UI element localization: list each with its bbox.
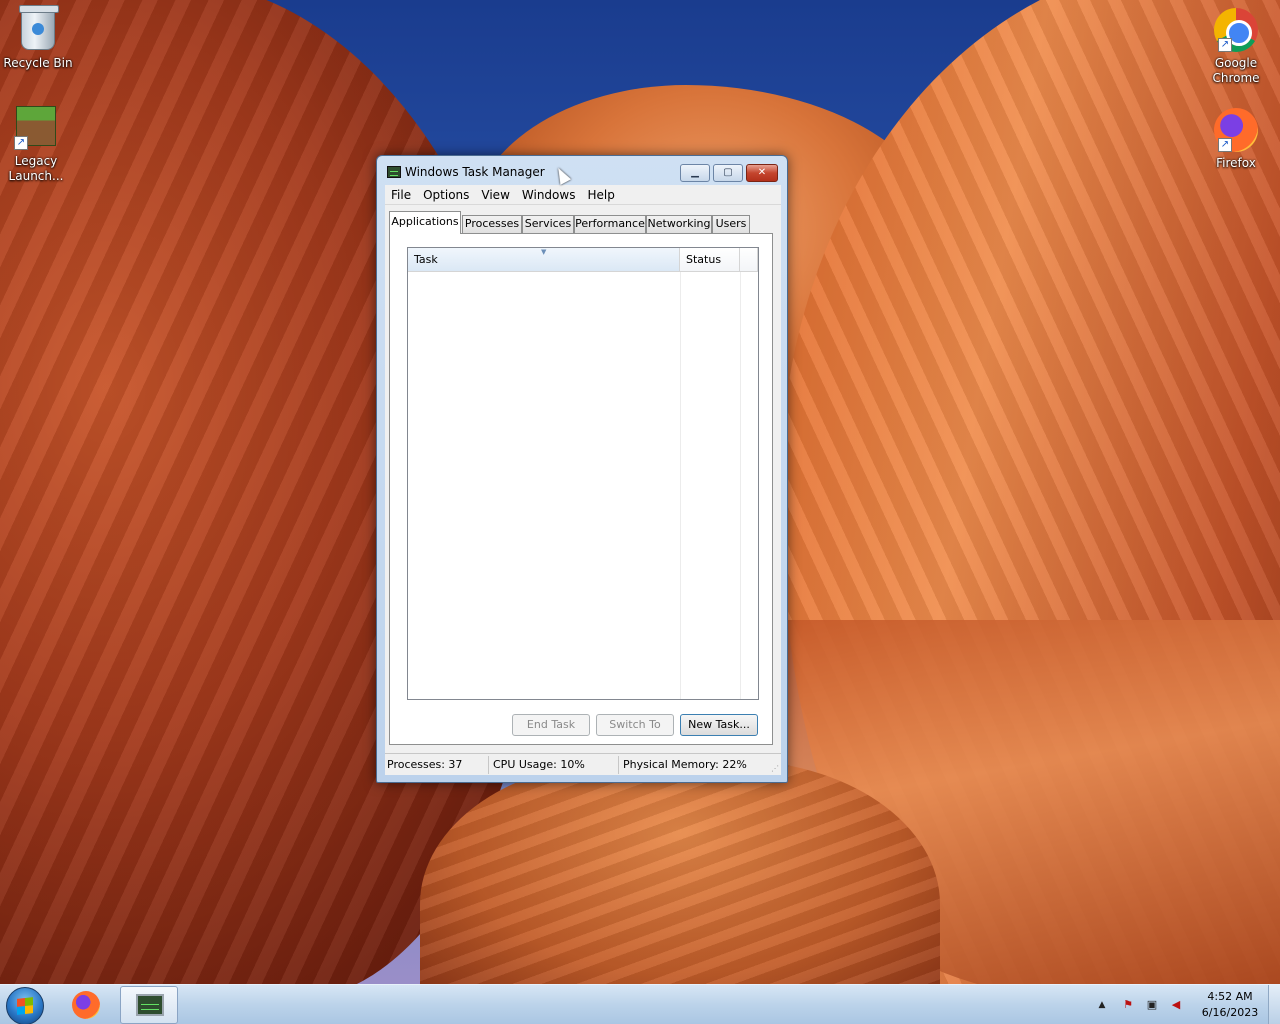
minimize-icon: ▁: [691, 167, 699, 178]
shortcut-arrow-icon: ↗: [1218, 38, 1232, 52]
taskbar: ▲ ⚑ ▣ ◀ 4:52 AM 6/16/2023: [0, 984, 1280, 1024]
window-client-area: Applications Processes Services Performa…: [385, 205, 781, 755]
switch-to-button[interactable]: Switch To: [596, 714, 674, 736]
status-processes: Processes: 37: [385, 756, 489, 774]
applications-panel: Task ▼ Status End Task Switch To New Tas…: [389, 233, 773, 745]
column-label: Task: [414, 253, 438, 266]
clock-date: 6/16/2023: [1201, 1006, 1259, 1019]
window-title: Windows Task Manager: [405, 165, 545, 179]
desktop-icon-recycle-bin[interactable]: Recycle Bin: [0, 5, 76, 71]
show-hidden-icons-icon[interactable]: ▲: [1094, 998, 1110, 1012]
column-divider: [680, 272, 681, 699]
tab-processes[interactable]: Processes: [462, 215, 522, 233]
maximize-icon: ▢: [723, 167, 733, 178]
recycle-bin-icon: [19, 5, 59, 50]
task-manager-icon: [136, 994, 164, 1016]
clock[interactable]: 4:52 AM 6/16/2023: [1196, 989, 1264, 1021]
action-center-flag-icon[interactable]: ⚑: [1120, 998, 1136, 1012]
end-task-button[interactable]: End Task: [512, 714, 590, 736]
clock-time: 4:52 AM: [1207, 990, 1253, 1003]
desktop-icon-label: Firefox: [1216, 156, 1256, 170]
menu-view[interactable]: View: [475, 185, 515, 205]
list-header: Task ▼ Status: [408, 248, 758, 272]
network-icon[interactable]: ▣: [1144, 998, 1160, 1012]
menu-file[interactable]: File: [385, 185, 417, 205]
column-header-filler: [740, 248, 758, 272]
tab-performance[interactable]: Performance: [574, 215, 646, 233]
shortcut-arrow-icon: ↗: [1218, 138, 1232, 152]
status-cpu-usage: CPU Usage: 10%: [491, 756, 619, 774]
desktop-icon-legacy-launcher[interactable]: ↗ Legacy Launch...: [0, 106, 74, 184]
tab-applications[interactable]: Applications: [389, 211, 461, 234]
start-button[interactable]: [6, 987, 44, 1024]
desktop-icon-label: Legacy Launch...: [8, 154, 64, 183]
menu-windows[interactable]: Windows: [516, 185, 582, 205]
tab-users[interactable]: Users: [712, 215, 750, 233]
status-bar: Processes: 37 CPU Usage: 10% Physical Me…: [385, 753, 781, 775]
firefox-icon: [72, 991, 100, 1019]
column-divider: [740, 272, 741, 699]
maximize-button[interactable]: ▢: [713, 164, 743, 182]
system-tray: ▲ ⚑ ▣ ◀ 4:52 AM 6/16/2023: [1080, 985, 1280, 1024]
new-task-button[interactable]: New Task...: [680, 714, 758, 736]
column-header-status[interactable]: Status: [680, 248, 740, 272]
desktop-icon-google-chrome[interactable]: ↗ Google Chrome: [1198, 8, 1274, 86]
volume-muted-icon[interactable]: ◀: [1168, 998, 1184, 1012]
taskbar-firefox-button[interactable]: [58, 986, 116, 1024]
close-icon: ✕: [757, 167, 767, 178]
minimize-button[interactable]: ▁: [680, 164, 710, 182]
tab-networking[interactable]: Networking: [646, 215, 712, 233]
sort-arrow-icon: ▼: [541, 248, 547, 256]
menu-help[interactable]: Help: [581, 185, 620, 205]
status-physical-memory: Physical Memory: 22%: [623, 758, 747, 771]
desktop-icon-firefox[interactable]: ↗ Firefox: [1198, 108, 1274, 171]
desktop-icon-label: Recycle Bin: [3, 56, 73, 70]
close-button[interactable]: ✕: [746, 164, 778, 182]
resize-grip-icon[interactable]: ⋰: [771, 764, 779, 773]
menu-bar: File Options View Windows Help: [385, 185, 781, 205]
shortcut-arrow-icon: ↗: [14, 136, 28, 150]
task-manager-window[interactable]: Windows Task Manager ▁ ▢ ✕ File Options Vi…: [376, 155, 788, 783]
window-titlebar[interactable]: Windows Task Manager ▁ ▢ ✕: [377, 156, 787, 186]
desktop-icon-label: Google Chrome: [1212, 56, 1260, 85]
tab-services[interactable]: Services: [522, 215, 574, 233]
task-manager-icon: [387, 166, 401, 178]
taskbar-task-manager-button[interactable]: [120, 986, 178, 1024]
column-label: Status: [686, 253, 722, 266]
column-header-task[interactable]: Task ▼: [408, 248, 680, 272]
canyon-rock-bottom: [420, 760, 940, 984]
task-list[interactable]: Task ▼ Status: [407, 247, 759, 700]
menu-options[interactable]: Options: [417, 185, 475, 205]
show-desktop-button[interactable]: [1268, 985, 1280, 1024]
